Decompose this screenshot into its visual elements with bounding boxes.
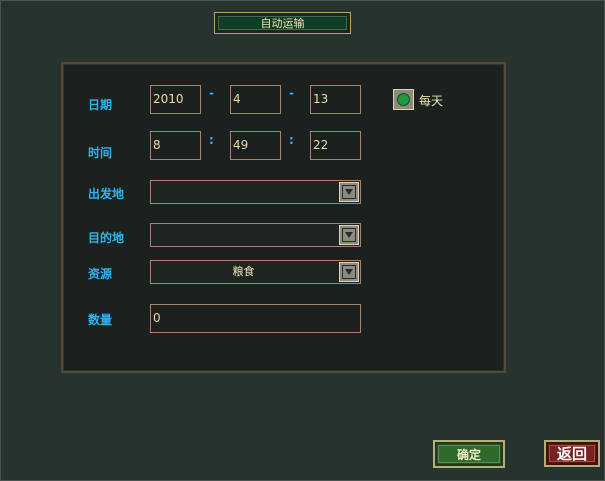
dialog-frame: 自动运输 日期 2010 - 4 - 13 每天 时间 8 : 49 : 22 … xyxy=(0,0,605,481)
chevron-down-icon[interactable] xyxy=(339,225,359,245)
destination-label: 目的地 xyxy=(88,231,125,245)
minute-field[interactable]: 49 xyxy=(230,131,281,160)
daily-checkbox[interactable] xyxy=(393,89,414,110)
time-separator: : xyxy=(289,133,294,147)
time-label: 时间 xyxy=(88,146,113,160)
quantity-field[interactable]: 0 xyxy=(150,304,361,333)
year-field[interactable]: 2010 xyxy=(150,85,201,114)
confirm-button-label: 确定 xyxy=(438,445,500,463)
resource-label: 资源 xyxy=(88,267,113,281)
confirm-button[interactable]: 确定 xyxy=(433,440,505,468)
day-field[interactable]: 13 xyxy=(310,85,361,114)
resource-value: 粮食 xyxy=(232,265,255,278)
back-button[interactable]: 返回 xyxy=(544,440,600,467)
date-separator: - xyxy=(289,86,294,100)
date-label: 日期 xyxy=(88,98,113,112)
chevron-down-icon[interactable] xyxy=(339,182,359,202)
daily-label: 每天 xyxy=(419,94,444,108)
time-separator: : xyxy=(209,133,214,147)
destination-select[interactable] xyxy=(150,223,361,247)
departure-select[interactable] xyxy=(150,180,361,204)
radio-dot-icon xyxy=(397,93,410,106)
quantity-label: 数量 xyxy=(88,313,113,327)
chevron-down-icon[interactable] xyxy=(339,262,359,282)
resource-select[interactable]: 粮食 xyxy=(150,260,361,284)
departure-label: 出发地 xyxy=(88,187,125,201)
title-bar: 自动运输 xyxy=(214,12,351,34)
month-field[interactable]: 4 xyxy=(230,85,281,114)
date-separator: - xyxy=(209,86,214,100)
window-title: 自动运输 xyxy=(218,16,347,30)
hour-field[interactable]: 8 xyxy=(150,131,201,160)
back-button-label: 返回 xyxy=(549,445,595,463)
second-field[interactable]: 22 xyxy=(310,131,361,160)
